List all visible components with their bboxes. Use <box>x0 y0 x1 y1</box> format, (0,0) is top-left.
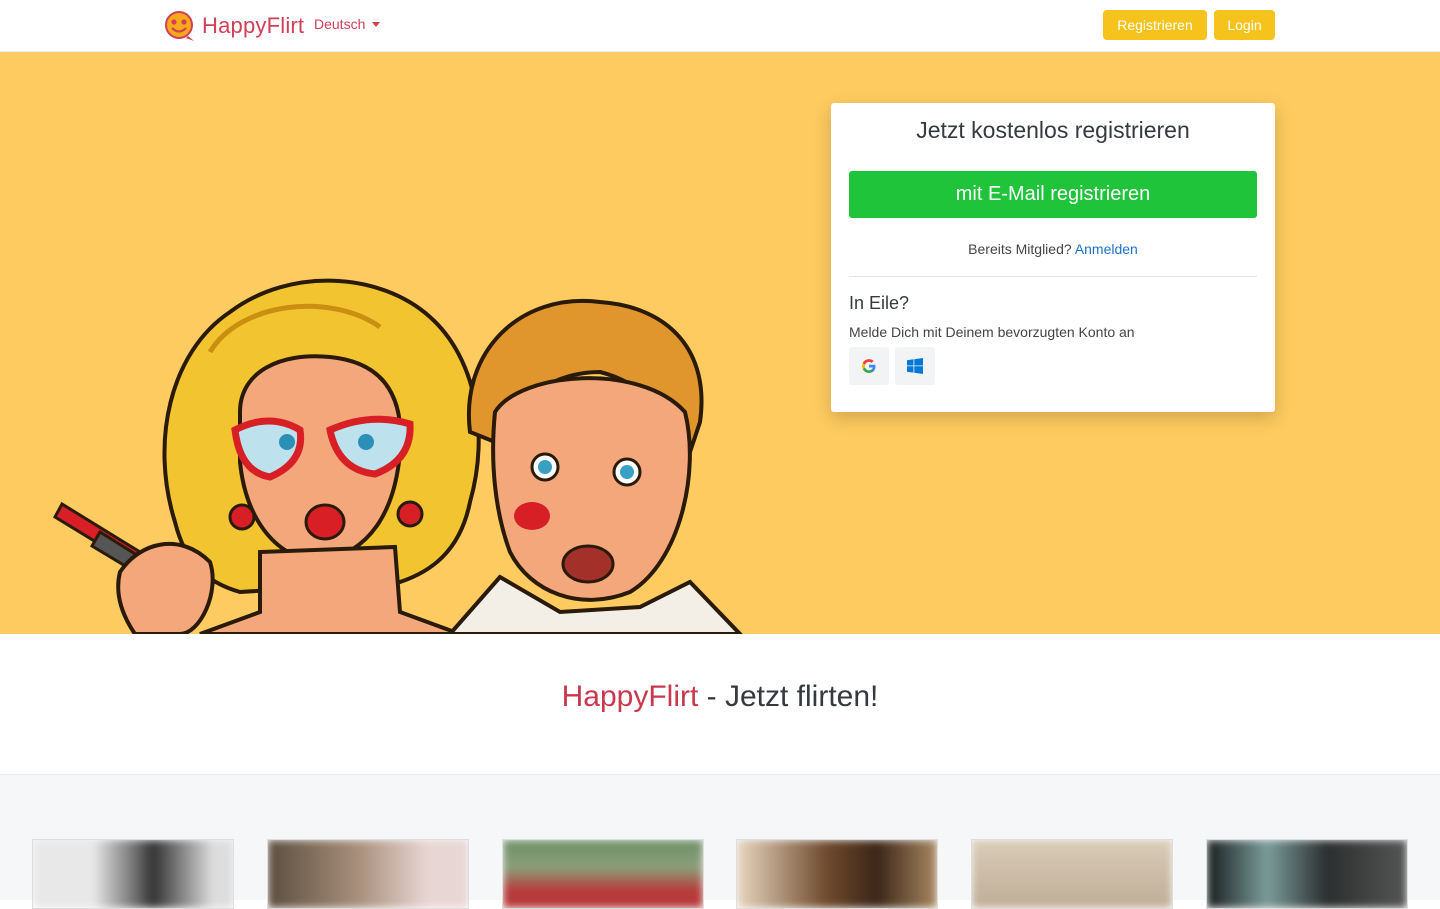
pop-art-couple-illustration <box>53 278 743 634</box>
register-button[interactable]: Registrieren <box>1103 10 1207 40</box>
card-divider <box>849 276 1257 277</box>
email-register-button[interactable]: mit E-Mail registrieren <box>849 171 1257 218</box>
social-login-hint: Melde Dich mit Deinem bevorzugten Konto … <box>849 324 1135 340</box>
profile-thumbnail[interactable] <box>267 839 469 909</box>
brand-name: HappyFlirt <box>202 13 305 38</box>
google-login-button[interactable] <box>849 347 889 385</box>
hurry-heading: In Eile? <box>849 293 910 313</box>
profile-thumbnail[interactable] <box>971 839 1173 909</box>
signin-link[interactable]: Anmelden <box>1075 241 1138 257</box>
language-label: Deutsch <box>314 16 366 32</box>
already-member-line: Bereits Mitglied? Anmelden <box>831 241 1275 257</box>
page-tagline: HappyFlirt - Jetzt flirten! <box>0 680 1440 714</box>
smiley-logo-icon <box>165 11 194 41</box>
brand-link[interactable]: HappyFlirt <box>164 10 304 42</box>
windows-icon <box>907 358 923 374</box>
windows-login-button[interactable] <box>895 347 935 385</box>
profile-thumbnail[interactable] <box>502 839 704 909</box>
top-navbar: HappyFlirt Deutsch Registrieren Login <box>0 0 1440 52</box>
tagline-text: - Jetzt flirten! <box>698 680 879 713</box>
login-button[interactable]: Login <box>1214 10 1275 40</box>
signup-title: Jetzt kostenlos registrieren <box>916 117 1190 143</box>
language-dropdown[interactable]: Deutsch <box>314 16 381 32</box>
signup-card: Jetzt kostenlos registrieren mit E-Mail … <box>831 103 1275 412</box>
hero-section: Jetzt kostenlos registrieren mit E-Mail … <box>0 52 1440 634</box>
profile-thumbnail[interactable] <box>32 839 234 909</box>
chevron-down-icon <box>372 21 381 27</box>
profile-gallery <box>0 774 1440 909</box>
profile-thumbnail[interactable] <box>1206 839 1408 909</box>
already-member-text: Bereits Mitglied? <box>968 241 1072 257</box>
tagline-brand: HappyFlirt <box>561 680 699 713</box>
profile-thumbnail[interactable] <box>736 839 938 909</box>
google-icon <box>862 359 876 373</box>
